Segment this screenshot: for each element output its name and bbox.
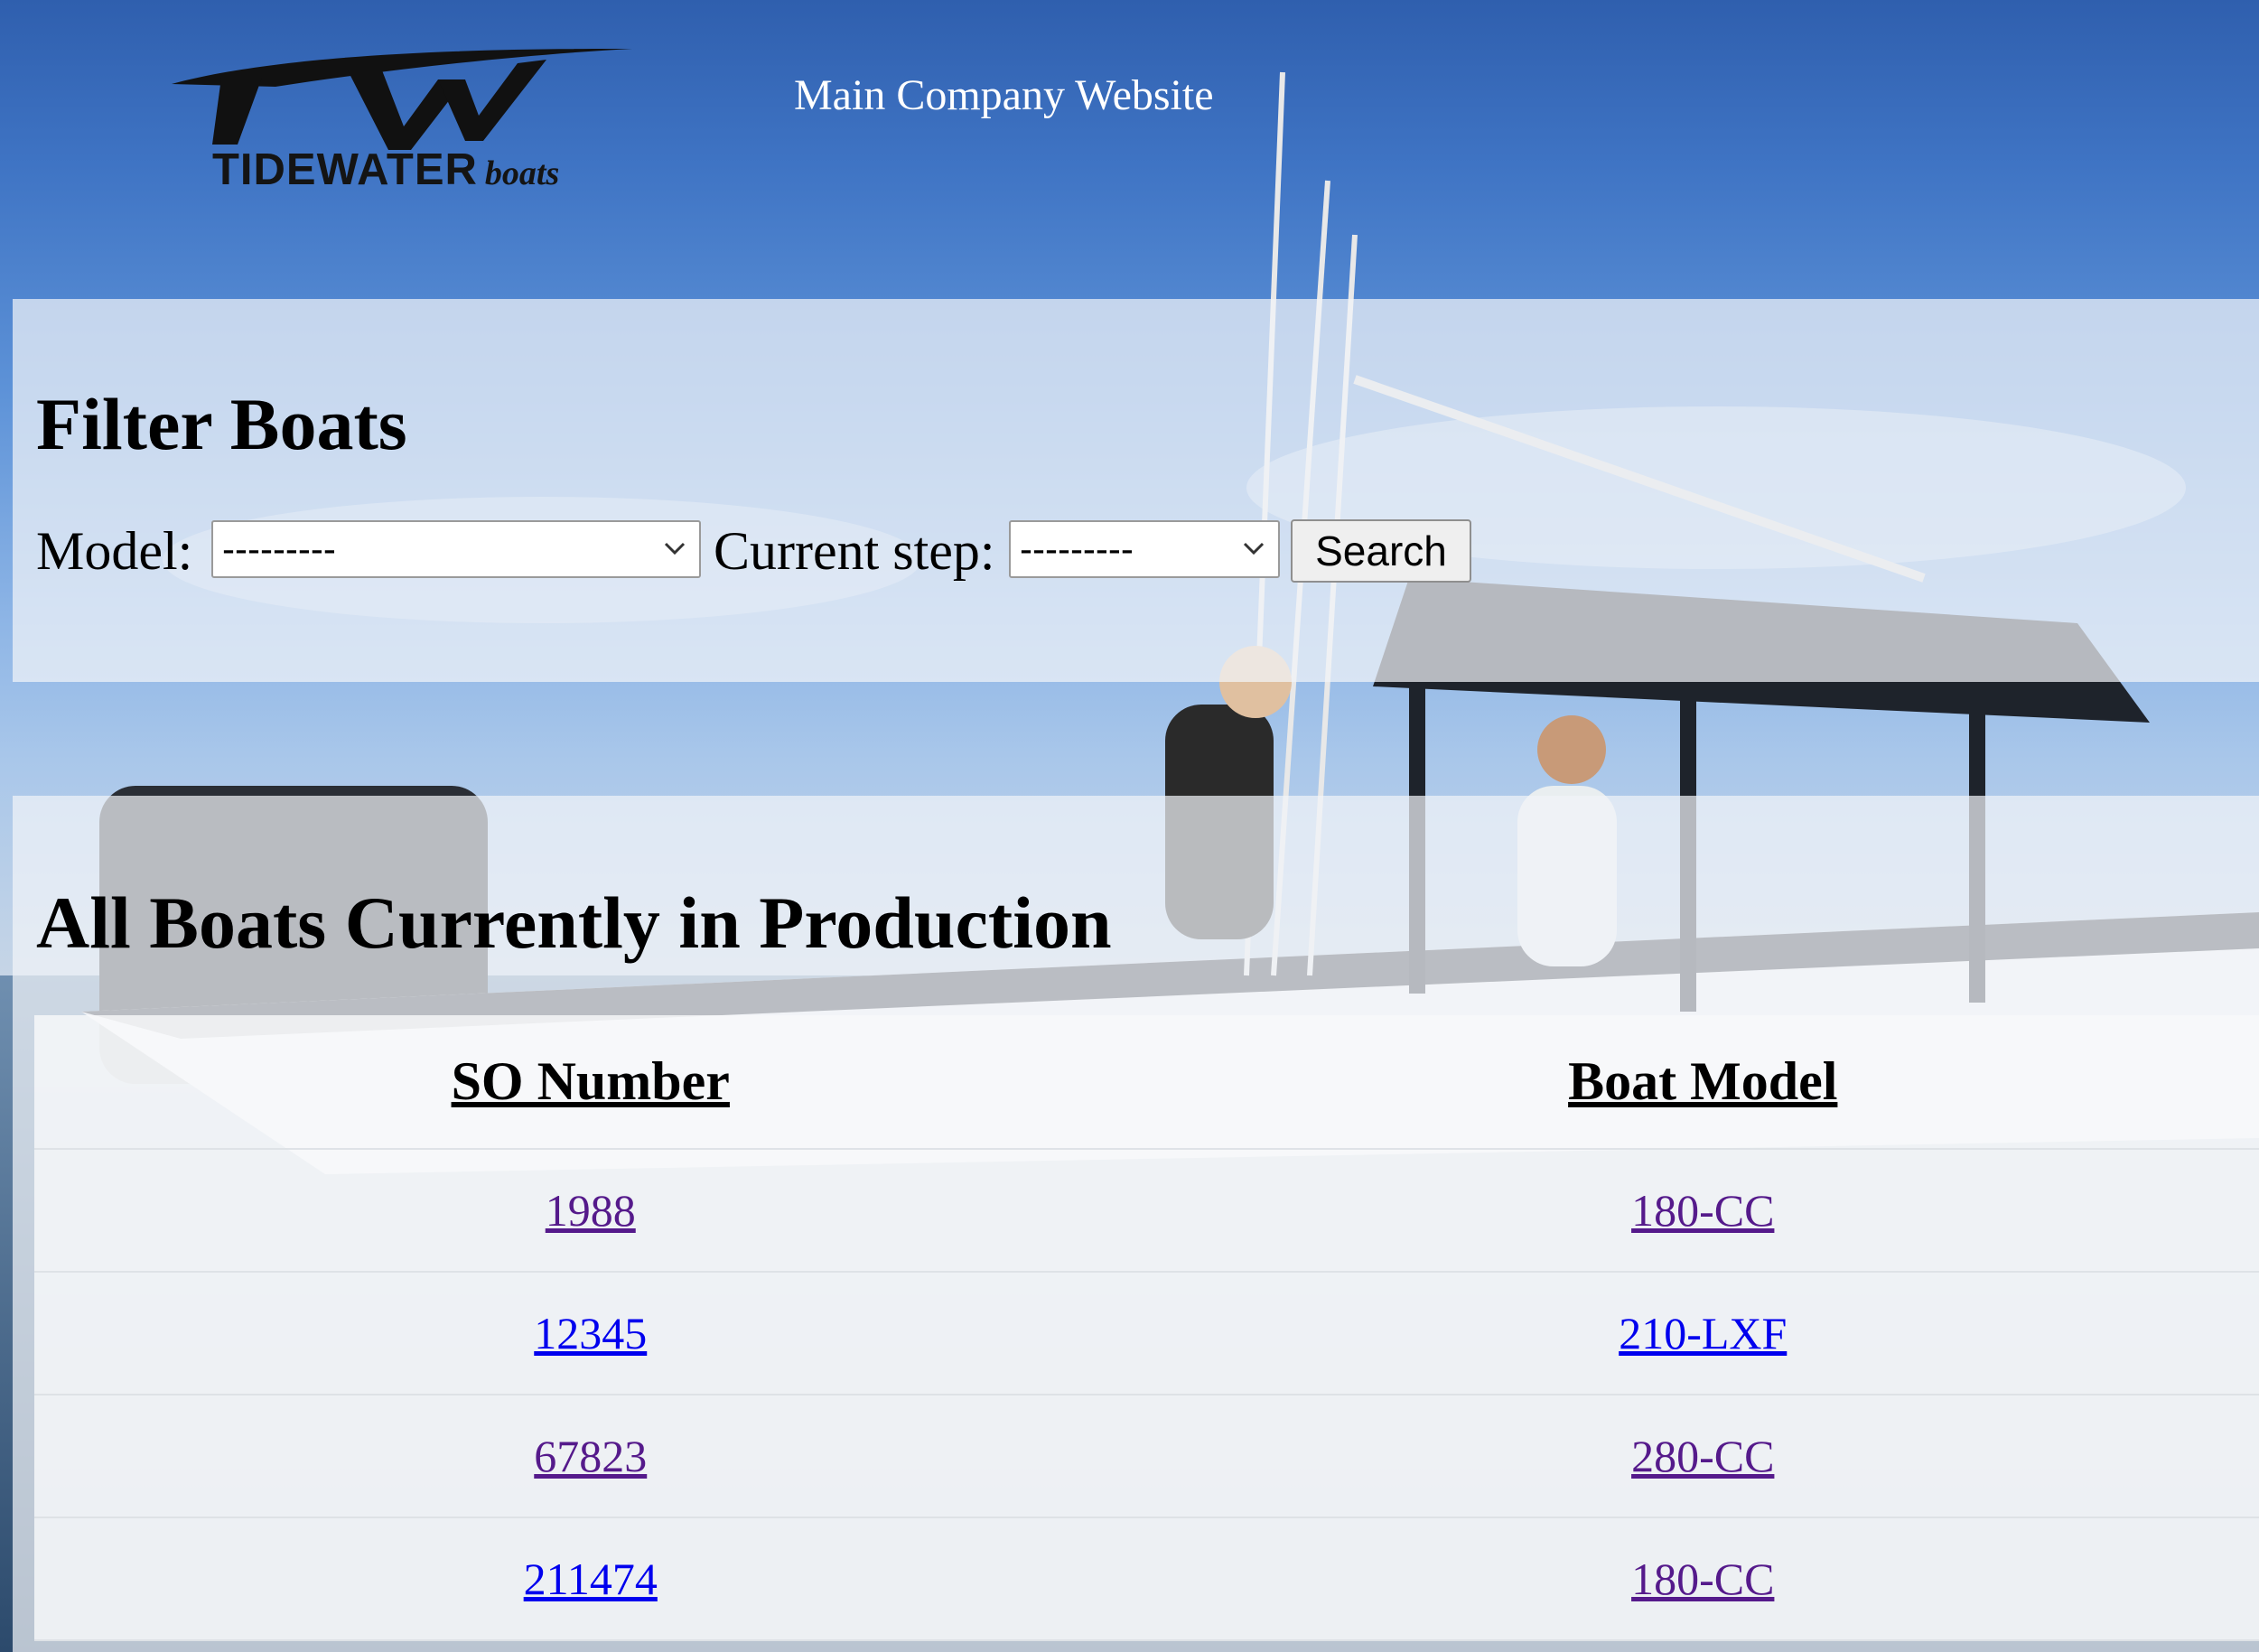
boat-model-link[interactable]: 180-CC <box>1631 1553 1774 1605</box>
filter-form: Model: --------- Current step: ---------… <box>36 519 2204 583</box>
search-button[interactable]: Search <box>1291 519 1471 583</box>
production-title: All Boats Currently in Production <box>36 882 1112 964</box>
current-step-select[interactable]: --------- <box>1009 520 1280 578</box>
site-header: TIDEWATER boats Main Company Website <box>0 0 2259 298</box>
model-select[interactable]: --------- <box>211 520 701 578</box>
boat-model-link[interactable]: 210-LXF <box>1619 1307 1787 1359</box>
current-step-label: Current step: <box>714 521 995 581</box>
logo-wordmark: TIDEWATER boats <box>212 145 559 195</box>
so-number-link[interactable]: 12345 <box>534 1307 647 1359</box>
chevron-down-icon <box>664 542 686 555</box>
current-step-select-value: --------- <box>1020 527 1134 570</box>
table-row: 67823 280-CC <box>34 1395 2259 1518</box>
model-label: Model: <box>36 521 193 581</box>
table-row: 1988 180-CC <box>34 1150 2259 1273</box>
tidewater-logo[interactable]: TIDEWATER boats <box>167 43 637 197</box>
boat-model-header[interactable]: Boat Model <box>1147 1015 2259 1148</box>
logo-brand-sub: boats <box>484 154 560 192</box>
production-panel: All Boats Currently in Production SO Num… <box>13 796 2259 1652</box>
chevron-down-icon <box>1243 542 1265 555</box>
table-header-row: SO Number Boat Model <box>34 1015 2259 1150</box>
so-number-link[interactable]: 1988 <box>546 1184 636 1237</box>
boats-table: SO Number Boat Model 1988 180-CC 12345 2… <box>34 1015 2259 1641</box>
tidewater-swoosh-icon <box>172 48 632 150</box>
so-number-link[interactable]: 67823 <box>534 1430 647 1482</box>
so-number-link[interactable]: 211474 <box>524 1553 658 1605</box>
boat-model-link[interactable]: 280-CC <box>1631 1430 1774 1482</box>
model-select-value: --------- <box>222 527 336 570</box>
filter-panel: Filter Boats Model: --------- Current st… <box>13 299 2259 682</box>
so-number-header[interactable]: SO Number <box>34 1015 1147 1148</box>
table-row: 12345 210-LXF <box>34 1273 2259 1395</box>
table-row: 211474 180-CC <box>34 1518 2259 1641</box>
boat-model-link[interactable]: 180-CC <box>1631 1184 1774 1237</box>
filter-title: Filter Boats <box>36 383 407 465</box>
main-company-website-link[interactable]: Main Company Website <box>794 70 1214 120</box>
logo-brand-text: TIDEWATER <box>212 145 478 194</box>
